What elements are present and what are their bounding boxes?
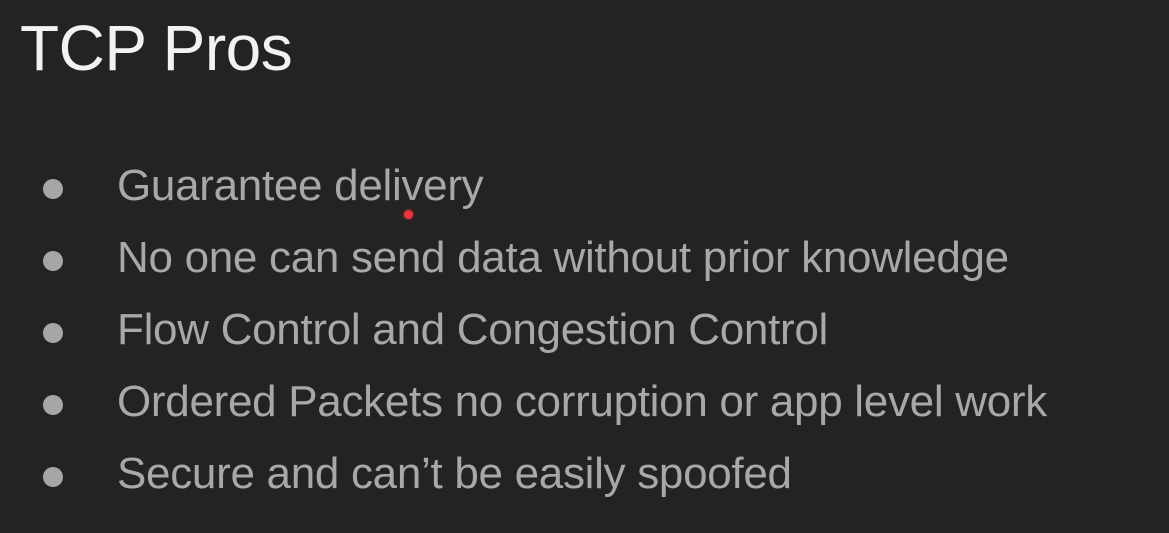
bullet-dot-icon <box>43 395 63 415</box>
bullet-dot-icon <box>43 179 63 199</box>
slide-title: TCP Pros <box>20 12 293 84</box>
bullet-text: Secure and can’t be easily spoofed <box>117 449 792 498</box>
bullet-text: Flow Control and Congestion Control <box>117 305 828 354</box>
presentation-slide: TCP Pros Guarantee delivery No one can s… <box>0 0 1169 533</box>
laser-pointer-icon <box>404 210 413 219</box>
bullet-dot-icon <box>43 323 63 343</box>
bullet-text: Ordered Packets no corruption or app lev… <box>117 377 1047 426</box>
bullet-dot-icon <box>43 251 63 271</box>
bullet-dot-icon <box>43 467 63 487</box>
bullet-text: No one can send data without prior knowl… <box>117 233 1009 282</box>
bullet-text: Guarantee delivery <box>117 161 484 210</box>
